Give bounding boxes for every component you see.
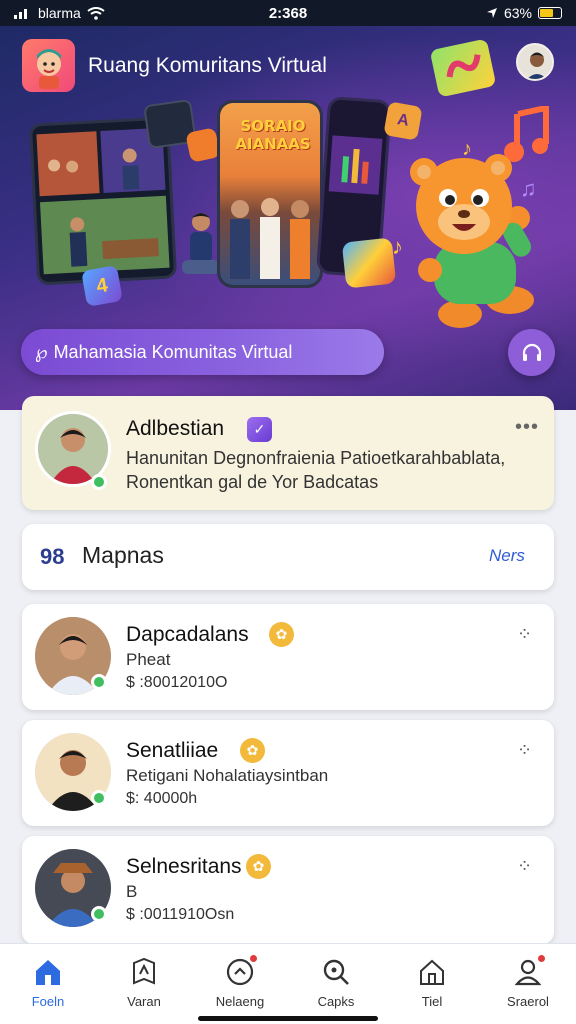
section-header: 98 Mapnas Ners bbox=[22, 524, 554, 590]
member-subtitle: Pheat bbox=[126, 650, 171, 669]
nav-map[interactable]: Varan bbox=[96, 944, 192, 1024]
nav-search[interactable]: Capks bbox=[288, 944, 384, 1024]
profile-icon bbox=[512, 954, 546, 988]
map-icon bbox=[128, 956, 160, 988]
sticker-illustration bbox=[429, 38, 497, 98]
more-options-button[interactable]: ••• bbox=[515, 416, 539, 439]
list-item[interactable]: Dapcadalans ✿ ⁘ Pheat $ :80012010O bbox=[22, 604, 554, 710]
gold-badge-icon: ✿ bbox=[269, 622, 294, 647]
sticker-illustration bbox=[185, 127, 221, 163]
nav-home[interactable]: Foeln bbox=[0, 944, 96, 1024]
phone-illustration: SORAIO AIANAAS bbox=[217, 100, 323, 288]
member-subtitle: Retigani Nohalatiaysintban bbox=[126, 766, 329, 785]
carrier-label: blarma bbox=[38, 5, 81, 21]
nav-house[interactable]: Tiel bbox=[384, 944, 480, 1024]
featured-name: Adlbestian bbox=[126, 417, 225, 440]
app-logo[interactable] bbox=[22, 39, 75, 92]
activity-icon bbox=[224, 954, 258, 988]
see-all-link[interactable]: Ners bbox=[489, 546, 525, 566]
member-name: Dapcadalans bbox=[126, 623, 249, 646]
bear-mascot bbox=[398, 138, 546, 334]
list-item[interactable]: Selnesritans ✿ ⁘ B $ :0011910Osn bbox=[22, 836, 554, 944]
featured-description-line-1: Hanunitan Degnonfraienia Patioetkarahbab… bbox=[126, 448, 506, 468]
notification-dot bbox=[537, 954, 546, 963]
headset-icon bbox=[522, 343, 541, 361]
sticker-illustration: 4 bbox=[81, 265, 123, 307]
nav-activity[interactable]: Nelaeng bbox=[192, 944, 288, 1024]
online-status-indicator bbox=[91, 906, 107, 922]
nav-label: Capks bbox=[317, 994, 355, 1009]
join-community-label: Mahamasia Komunitas Virtual bbox=[53, 341, 293, 362]
sticker-illustration bbox=[341, 237, 397, 289]
join-community-button[interactable]: ℘ Mahamasia Komunitas Virtual bbox=[21, 329, 384, 375]
member-price: $: 40000h bbox=[126, 790, 198, 807]
battery-level bbox=[540, 9, 553, 17]
music-note-icon: ♪ bbox=[392, 234, 403, 259]
online-status-indicator bbox=[91, 674, 107, 690]
sticker-illustration: A bbox=[383, 101, 423, 141]
home-indicator bbox=[198, 1016, 378, 1021]
wifi-icon bbox=[87, 6, 105, 20]
section-title: Mapnas bbox=[82, 542, 164, 568]
status-bar: blarma 2:368 63% bbox=[0, 0, 576, 26]
member-subtitle: B bbox=[126, 882, 138, 901]
drag-handle-icon[interactable]: ⁘ bbox=[517, 856, 533, 877]
signal-icon bbox=[14, 9, 27, 19]
member-price: $ :0011910Osn bbox=[126, 906, 235, 923]
music-note-icon: ♪ bbox=[462, 138, 472, 160]
music-note-icon: ♫ bbox=[520, 176, 537, 201]
gold-badge-icon: ✿ bbox=[246, 854, 271, 879]
featured-description-line-2: Ronentkan gal de Yor Badcatas bbox=[126, 472, 379, 492]
verified-badge-icon: ✓ bbox=[247, 417, 272, 442]
nav-label: Tiel bbox=[421, 994, 443, 1009]
member-price: $ :80012010O bbox=[126, 674, 228, 691]
list-item[interactable]: Senatliiae ✿ ⁘ Retigani Nohalatiaysintba… bbox=[22, 720, 554, 826]
poster-text: SORAIO AIANAAS bbox=[235, 117, 311, 153]
member-name: Senatliiae bbox=[126, 739, 219, 762]
location-arrow-icon bbox=[486, 8, 497, 18]
notification-dot bbox=[249, 954, 258, 963]
battery-icon bbox=[538, 7, 562, 19]
bottom-navigation: Foeln Varan Nelaeng Capks Tiel Sraerol bbox=[0, 943, 576, 1024]
nav-label: Sraerol bbox=[507, 994, 549, 1009]
drag-handle-icon[interactable]: ⁘ bbox=[517, 624, 533, 645]
featured-card[interactable]: Adlbestian ✓ ••• Hanunitan Degnonfraieni… bbox=[22, 396, 554, 510]
search-icon bbox=[320, 956, 352, 988]
nav-profile[interactable]: Sraerol bbox=[480, 944, 576, 1024]
battery-percent: 63% bbox=[503, 5, 532, 21]
nav-label: Nelaeng bbox=[215, 994, 265, 1009]
gold-badge-icon: ✿ bbox=[240, 738, 265, 763]
profile-avatar[interactable] bbox=[516, 43, 554, 81]
online-status-indicator bbox=[91, 474, 107, 490]
app-title: Ruang Komuritans Virtual bbox=[88, 54, 327, 77]
online-status-indicator bbox=[91, 790, 107, 806]
home-icon bbox=[32, 956, 64, 988]
nav-label: Varan bbox=[127, 994, 161, 1009]
member-name: Selnesritans bbox=[126, 855, 242, 878]
nav-label: Foeln bbox=[31, 994, 65, 1009]
section-icon: 98 bbox=[40, 544, 65, 569]
community-icon: ℘ bbox=[35, 341, 48, 362]
hero-banner: Ruang Komuritans Virtual 4 SORAIO AIANAA… bbox=[0, 26, 576, 410]
mascot-face-icon bbox=[36, 48, 61, 89]
support-button[interactable] bbox=[508, 329, 555, 376]
house-icon bbox=[416, 956, 448, 988]
drag-handle-icon[interactable]: ⁘ bbox=[517, 740, 533, 761]
